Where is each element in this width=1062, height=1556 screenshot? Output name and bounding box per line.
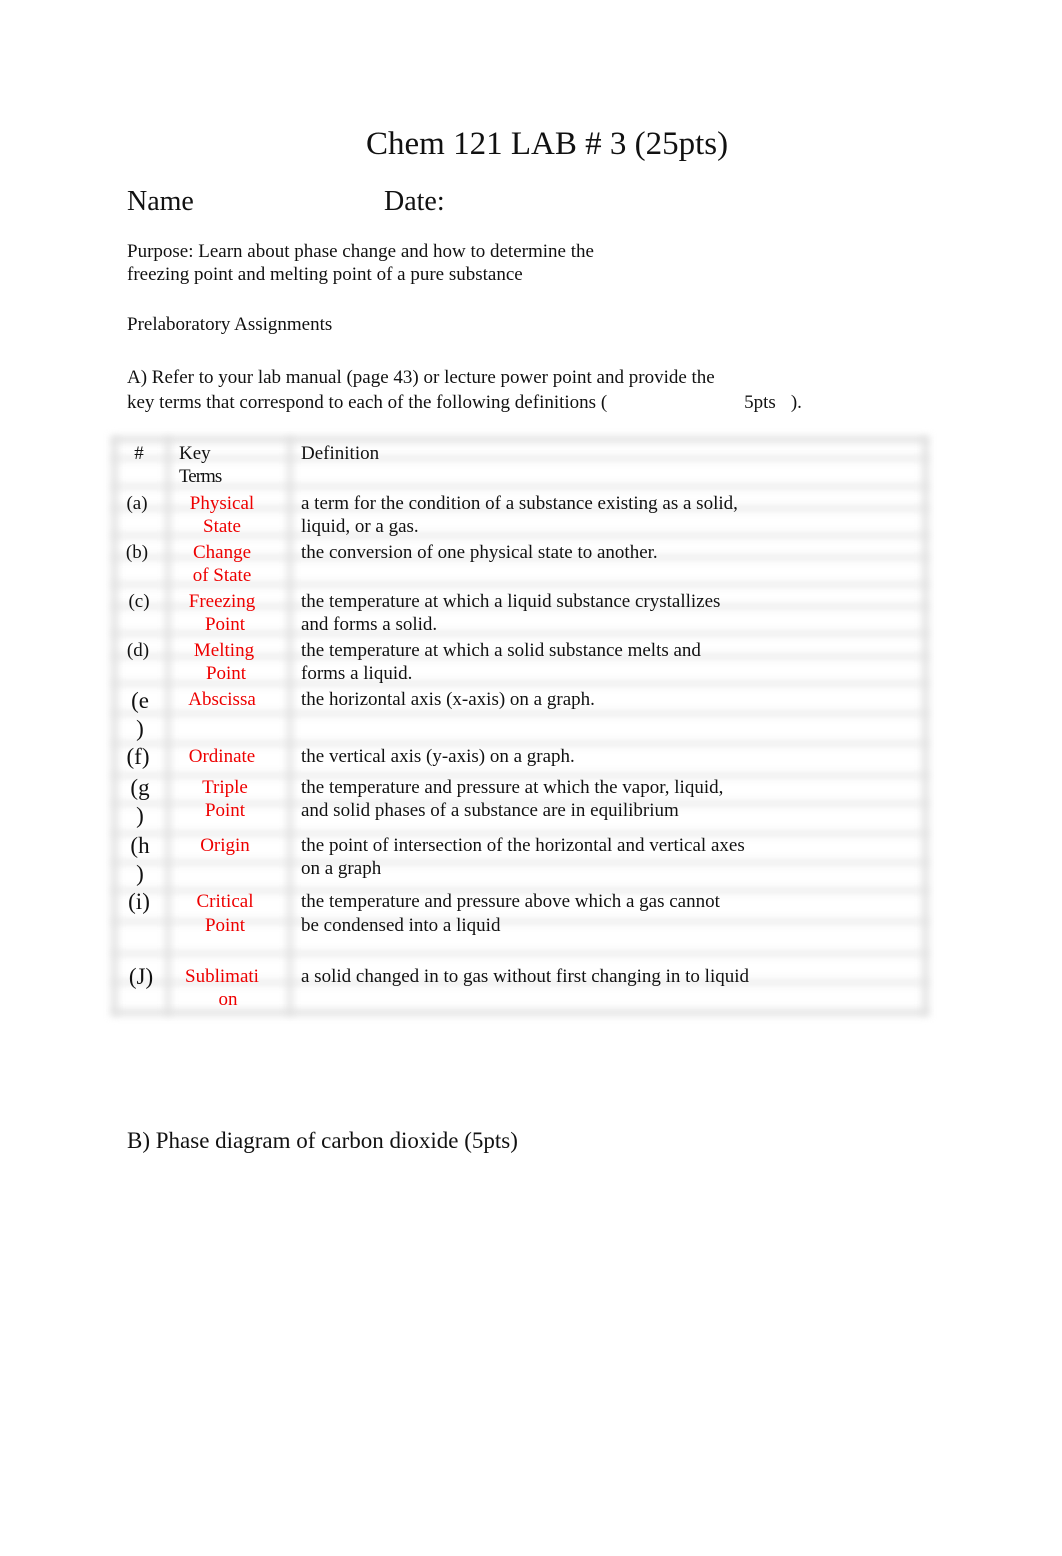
row-number: (h ) [130, 833, 150, 886]
key-term: Sublimati on [185, 966, 259, 1010]
row-number: (a) [126, 493, 148, 514]
table-border-right [923, 437, 928, 1015]
header-number: # [134, 443, 144, 464]
instruction-line-1: A) Refer to your lab manual (page 43) or… [127, 367, 715, 388]
row-number: (J) [128, 964, 154, 989]
purpose-line-2: freezing point and melting point of a pu… [127, 264, 523, 285]
row-number: (d) [126, 640, 150, 661]
prelab-heading: Prelaboratory Assignments [127, 314, 333, 335]
table-col-divider-1 [166, 437, 170, 1015]
purpose-line-1: Purpose: Learn about phase change and ho… [127, 241, 594, 262]
definition: a term for the condition of a substance … [301, 493, 738, 537]
row-number: (i) [128, 889, 150, 914]
header-definition: Definition [301, 443, 380, 464]
definition: a solid changed in to gas without first … [301, 966, 750, 987]
table-col-divider-2 [288, 437, 292, 1015]
definition: the point of intersection of the horizon… [301, 835, 745, 879]
table-row-divider [112, 712, 928, 715]
key-term: Ordinate [188, 746, 256, 767]
definition: the vertical axis (y-axis) on a graph. [301, 746, 575, 767]
key-term: Origin [200, 835, 250, 856]
key-term: Freezing Point [188, 591, 256, 635]
instruction-line-2: key terms that correspond to each of the… [127, 390, 802, 415]
table-border-left [112, 437, 117, 1015]
definition: the temperature and pressure above which… [301, 891, 720, 936]
definition: the temperature and pressure at which th… [301, 777, 724, 821]
header-key-terms: Key Terms [179, 443, 222, 487]
row-number: (g ) [130, 775, 150, 828]
key-term: Change of State [192, 542, 252, 586]
instruction-line-2-end: ). [790, 392, 802, 413]
key-term: Abscissa [188, 689, 256, 710]
instruction-paragraph: A) Refer to your lab manual (page 43) or… [127, 365, 802, 415]
key-term: Triple Point [202, 777, 248, 821]
name-label: Name [127, 186, 194, 217]
purpose-paragraph: Purpose: Learn about phase change and ho… [127, 240, 594, 286]
definition: the conversion of one physical state to … [301, 542, 658, 563]
date-label: Date: [384, 186, 445, 217]
instruction-line-2-start: key terms that correspond to each of the… [127, 392, 608, 413]
key-terms-table: # Key Terms Definition (a) Physical Stat… [112, 437, 928, 1015]
row-number: (b) [125, 542, 149, 563]
instruction-points: 5pts [744, 392, 776, 413]
definition: the temperature at which a liquid substa… [301, 591, 721, 635]
table-row-divider [112, 952, 928, 955]
document-title: Chem 121 LAB # 3 (25pts) [366, 126, 729, 162]
key-term: Critical Point [196, 891, 254, 936]
row-number: (f) [126, 744, 150, 769]
row-number: (e ) [131, 688, 149, 741]
row-number: (c) [128, 591, 150, 612]
definition: the horizontal axis (x-axis) on a graph. [301, 689, 595, 710]
key-term: Physical State [189, 493, 255, 537]
definition: the temperature at which a solid substan… [301, 640, 701, 684]
section-b-heading: B) Phase diagram of carbon dioxide (5pts… [127, 1128, 518, 1153]
key-term: Melting Point [193, 640, 255, 684]
